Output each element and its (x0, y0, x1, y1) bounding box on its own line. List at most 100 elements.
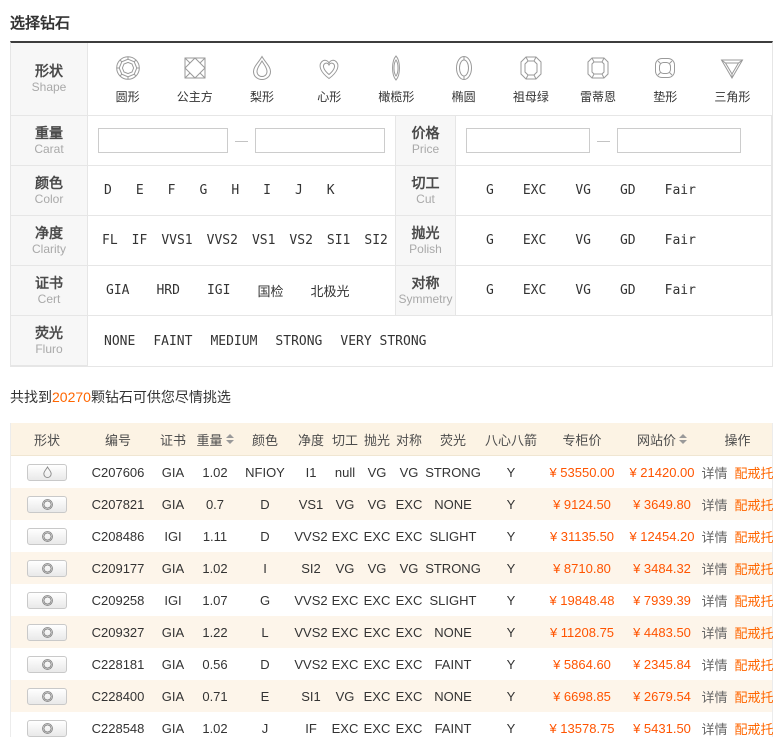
symmetry-option[interactable]: VG (575, 283, 591, 298)
price-min-input[interactable] (466, 128, 590, 153)
cert-option[interactable]: IGI (207, 283, 230, 298)
heart-icon (315, 54, 343, 82)
carat-value: 1.02 (193, 561, 237, 576)
symmetry-option[interactable]: Fair (665, 283, 696, 298)
color-option[interactable]: H (231, 183, 239, 198)
match-setting-link[interactable]: 配戒托 (735, 495, 774, 514)
shape-option-trillion[interactable]: 三角形 (699, 54, 766, 105)
match-setting-link[interactable]: 配戒托 (735, 591, 774, 610)
clarity-option[interactable]: VS1 (252, 233, 275, 248)
detail-link[interactable]: 详情 (701, 591, 727, 610)
detail-link[interactable]: 详情 (701, 623, 727, 642)
round-shape-button[interactable] (27, 592, 67, 609)
detail-link[interactable]: 详情 (701, 559, 727, 578)
symmetry-option[interactable]: GD (620, 283, 636, 298)
shape-cell (11, 592, 83, 609)
shape-option-radiant[interactable]: 雷蒂恩 (564, 54, 631, 105)
detail-link[interactable]: 详情 (701, 527, 727, 546)
match-setting-link[interactable]: 配戒托 (735, 623, 774, 642)
polish-option[interactable]: G (486, 233, 494, 248)
cut-option[interactable]: GD (620, 183, 636, 198)
detail-link[interactable]: 详情 (701, 655, 727, 674)
shape-option-oval[interactable]: 椭圆 (430, 54, 497, 105)
detail-link[interactable]: 详情 (701, 463, 727, 482)
round-shape-button[interactable] (27, 720, 67, 737)
fluro-option[interactable]: STRONG (275, 334, 322, 349)
site-price: ¥ 5431.50 (623, 721, 701, 736)
shape-option-emerald[interactable]: 祖母绿 (497, 54, 564, 105)
shape-option-round[interactable]: 圆形 (94, 54, 161, 105)
polish-option[interactable]: Fair (665, 233, 696, 248)
cut-option[interactable]: EXC (523, 183, 546, 198)
color-option[interactable]: E (136, 183, 144, 198)
match-setting-link[interactable]: 配戒托 (735, 687, 774, 706)
round-shape-button[interactable] (27, 624, 67, 641)
diamond-code: C209258 (83, 593, 153, 608)
color-option[interactable]: G (199, 183, 207, 198)
cert-option[interactable]: 北极光 (310, 281, 349, 300)
color-option[interactable]: I (263, 183, 271, 198)
detail-link[interactable]: 详情 (701, 719, 727, 737)
shape-option-pear[interactable]: 梨形 (228, 54, 295, 105)
table-row: C207606GIA1.02NFIOYI1nullVGVGSTRONGY¥ 53… (11, 456, 772, 488)
fluro-option[interactable]: VERY STRONG (340, 334, 426, 349)
shape-cell (11, 688, 83, 705)
round-shape-button[interactable] (27, 528, 67, 545)
round-shape-button[interactable] (27, 688, 67, 705)
clarity-option[interactable]: FL (102, 233, 118, 248)
color-option[interactable]: J (295, 183, 303, 198)
color-option[interactable]: K (327, 183, 335, 198)
symmetry-value: EXC (393, 497, 425, 512)
column-header-label[interactable]: 重量 (196, 430, 222, 449)
match-setting-link[interactable]: 配戒托 (735, 527, 774, 546)
fluro-option[interactable]: FAINT (153, 334, 192, 349)
match-setting-link[interactable]: 配戒托 (735, 655, 774, 674)
cut-option[interactable]: VG (575, 183, 591, 198)
shape-option-cushion[interactable]: 垫形 (632, 54, 699, 105)
polish-option[interactable]: EXC (523, 233, 546, 248)
clarity-option[interactable]: SI2 (364, 233, 387, 248)
column-header-label[interactable]: 网站价 (637, 430, 676, 449)
fluro-option[interactable]: MEDIUM (210, 334, 257, 349)
shape-cell (11, 528, 83, 545)
shape-option-heart[interactable]: 心形 (296, 54, 363, 105)
match-setting-link[interactable]: 配戒托 (735, 719, 774, 737)
princess-icon (181, 54, 209, 82)
clarity-option[interactable]: SI1 (327, 233, 350, 248)
cert-option[interactable]: 国检 (257, 281, 283, 300)
color-option[interactable]: D (104, 183, 112, 198)
round-shape-button[interactable] (27, 656, 67, 673)
polish-option[interactable]: GD (620, 233, 636, 248)
fluro-option[interactable]: NONE (104, 334, 135, 349)
round-shape-button[interactable] (27, 496, 67, 513)
detail-link[interactable]: 详情 (701, 687, 727, 706)
match-setting-link[interactable]: 配戒托 (735, 559, 774, 578)
cert-option[interactable]: HRD (156, 283, 179, 298)
price-max-input[interactable] (617, 128, 741, 153)
cert-option[interactable]: GIA (106, 283, 129, 298)
cut-option[interactable]: G (486, 183, 494, 198)
carat-max-input[interactable] (255, 128, 385, 153)
cut-option[interactable]: Fair (665, 183, 696, 198)
shape-option-princess[interactable]: 公主方 (161, 54, 228, 105)
clarity-option[interactable]: VVS1 (161, 233, 192, 248)
symmetry-option[interactable]: EXC (523, 283, 546, 298)
table-header-row: 形状编号证书重量颜色净度切工抛光对称荧光八心八箭专柜价网站价操作 (11, 423, 772, 456)
cert-value: GIA (153, 465, 193, 480)
detail-link[interactable]: 详情 (701, 495, 727, 514)
shape-option-marquise[interactable]: 橄榄形 (363, 54, 430, 105)
color-option[interactable]: F (168, 183, 176, 198)
pear-shape-button[interactable] (27, 464, 67, 481)
clarity-option[interactable]: VS2 (289, 233, 312, 248)
polish-option[interactable]: VG (575, 233, 591, 248)
clarity-option[interactable]: IF (132, 233, 148, 248)
carat-min-input[interactable] (98, 128, 228, 153)
sort-icon[interactable] (679, 434, 687, 444)
match-setting-link[interactable]: 配戒托 (735, 463, 774, 482)
round-shape-button[interactable] (27, 560, 67, 577)
site-price: ¥ 21420.00 (623, 465, 701, 480)
symmetry-option[interactable]: G (486, 283, 494, 298)
sort-icon[interactable] (226, 434, 234, 444)
clarity-option[interactable]: VVS2 (207, 233, 238, 248)
carat-value: 0.56 (193, 657, 237, 672)
